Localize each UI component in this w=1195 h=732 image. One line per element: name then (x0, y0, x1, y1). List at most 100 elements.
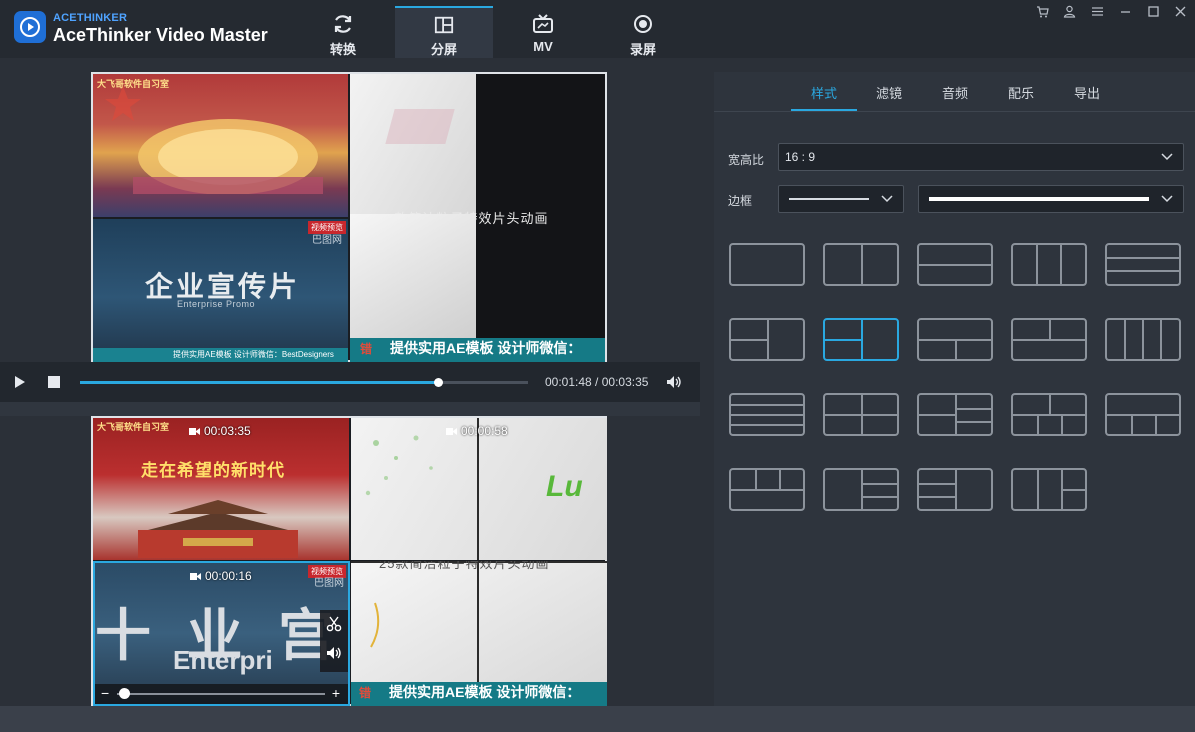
particle-title: 25款简洁粒子特效片头动画 (379, 561, 550, 571)
play-icon[interactable] (14, 375, 26, 389)
split-screen-icon (434, 16, 454, 34)
layout-template-18[interactable] (917, 468, 993, 511)
border-width-select[interactable] (918, 185, 1184, 213)
status-bar (0, 706, 1195, 732)
scissors-icon[interactable] (326, 616, 342, 632)
layout-template-6[interactable] (729, 318, 805, 361)
banner-prefix: 错 (360, 342, 373, 356)
layout-template-17[interactable] (823, 468, 899, 511)
layout-template-13[interactable] (917, 393, 993, 436)
layout-template-16[interactable] (729, 468, 805, 511)
logo-text: 巴图网 (312, 235, 342, 246)
tab-split-screen[interactable]: 分屏 (395, 6, 493, 58)
layout-template-10[interactable] (1105, 318, 1181, 361)
volume-icon[interactable] (666, 375, 682, 389)
tv-icon (533, 14, 553, 33)
close-icon[interactable] (1171, 2, 1189, 20)
editor-cell-2[interactable]: 00:00:58 Lu (351, 418, 607, 560)
maximize-icon[interactable] (1144, 2, 1162, 20)
layout-template-19[interactable] (1011, 468, 1087, 511)
layout-template-14[interactable] (1011, 393, 1087, 436)
user-icon[interactable] (1060, 2, 1078, 20)
tab-audio[interactable]: 音频 (942, 83, 968, 102)
volume-minus-button[interactable]: − (101, 685, 109, 701)
layout-template-4[interactable] (1011, 243, 1087, 286)
preview-canvas: 大飞哥软件自习室 视频预览 巴图网 企业宣传片 Enterprise Promo… (91, 72, 607, 362)
layout-template-5[interactable] (1105, 243, 1181, 286)
menu-icon[interactable] (1088, 2, 1106, 20)
border-line-preview (789, 198, 869, 200)
border-label: 边框 (728, 194, 753, 208)
progress-track[interactable] (80, 378, 528, 387)
banner-text: 提供实用AE模板 设计师微信：BestDesigners (173, 350, 334, 359)
banner-prefix: 错 (359, 686, 372, 700)
border-width-preview (929, 197, 1149, 201)
particle-banner: 提供实用AE模板 设计师微信： (390, 340, 582, 356)
split-editor: 大飞哥软件自习室 00:03:35 走在希望的新时代 00:00:58 Lu 视… (91, 416, 607, 706)
aspect-ratio-value: 16 : 9 (785, 150, 816, 164)
particle-banner: 提供实用AE模板 设计师微信： (389, 684, 581, 700)
tab-record-label: 录屏 (629, 42, 656, 57)
clip-volume-bar: − + (95, 684, 348, 704)
preview-cell-particle: 25款简洁粒子特效片头动画 错 提供实用AE模板 设计师微信： (350, 74, 605, 362)
settings-panel: 样式 滤镜 音频 配乐 导出 宽高比 16 : 9 边框 (714, 72, 1195, 706)
layout-template-7[interactable] (823, 318, 899, 361)
layout-template-15[interactable] (1105, 393, 1181, 436)
app-title: AceThinker Video Master (53, 25, 268, 45)
tab-style[interactable]: 样式 (811, 83, 837, 102)
aspect-ratio-select[interactable]: 16 : 9 (778, 143, 1184, 171)
record-icon (634, 15, 652, 33)
editor-cell-1[interactable]: 大飞哥软件自习室 00:03:35 走在希望的新时代 (93, 418, 349, 560)
border-style-select[interactable] (778, 185, 904, 213)
duration-label: 00:03:35 (189, 424, 251, 438)
tab-export[interactable]: 导出 (1074, 83, 1100, 102)
tab-convert-label: 转换 (329, 42, 356, 57)
preview-cell-enterprise: 视频预览 巴图网 企业宣传片 Enterprise Promo 提供实用AE模板… (93, 219, 348, 362)
editor-cell-4[interactable]: 25款简洁粒子特效片头动画 错 提供实用AE模板 设计师微信： (351, 561, 607, 706)
swirl-image (370, 602, 380, 648)
cart-icon[interactable] (1033, 2, 1051, 20)
watermark-text: 大飞哥软件自习室 (97, 422, 170, 432)
volume-plus-button[interactable]: + (332, 685, 340, 701)
promo-subtitle: Enterprise Promo (177, 299, 256, 309)
logo-fragment: Lu (546, 470, 583, 503)
separator-strip (0, 402, 700, 416)
enterprise-text: Enterpri (173, 645, 273, 675)
refresh-icon (334, 15, 352, 33)
editor-cell-3[interactable]: 视频预览 巴图网 00:00:16 十 业 宫 Enterpri − + (93, 561, 350, 706)
layout-template-9[interactable] (1011, 318, 1087, 361)
time-readout: 00:01:48 / 00:03:35 (545, 375, 648, 389)
slogan-text: 走在希望的新时代 (141, 461, 285, 481)
clip-volume-knob[interactable] (119, 688, 130, 699)
tab-music[interactable]: 配乐 (1008, 83, 1034, 102)
tab-convert[interactable]: 转换 (294, 6, 392, 58)
particles-image (365, 435, 433, 496)
time-separator: / (591, 375, 602, 389)
tiananmen-image (138, 500, 298, 558)
stop-icon[interactable] (48, 376, 60, 388)
tab-record[interactable]: 录屏 (594, 6, 692, 58)
progress-knob[interactable] (434, 378, 444, 387)
layout-template-3[interactable] (917, 243, 993, 286)
clip-volume-track[interactable] (117, 693, 325, 695)
layout-template-1[interactable] (729, 243, 805, 286)
progress-fill (80, 381, 439, 384)
layout-template-11[interactable] (729, 393, 805, 436)
tab-filter[interactable]: 滤镜 (876, 83, 902, 102)
layout-template-8[interactable] (917, 318, 993, 361)
active-tab-indicator (791, 109, 857, 111)
current-time: 00:01:48 (545, 375, 592, 389)
clip-volume-icon[interactable] (326, 646, 342, 660)
total-time: 00:03:35 (601, 375, 649, 389)
tab-mv-label: MV (533, 39, 553, 54)
preview-cell-opera-house: 大飞哥软件自习室 (93, 74, 348, 217)
minimize-icon[interactable] (1116, 2, 1134, 20)
tab-split-screen-label: 分屏 (430, 42, 457, 57)
title-bar: ACETHINKER AceThinker Video Master 转换 分屏… (0, 0, 1195, 58)
duration-label: 00:00:16 (190, 569, 252, 583)
layout-template-12[interactable] (823, 393, 899, 436)
logo-text: 巴图网 (314, 578, 344, 589)
tab-mv[interactable]: MV (494, 6, 592, 58)
brand-small: ACETHINKER (53, 12, 128, 24)
layout-template-2[interactable] (823, 243, 899, 286)
